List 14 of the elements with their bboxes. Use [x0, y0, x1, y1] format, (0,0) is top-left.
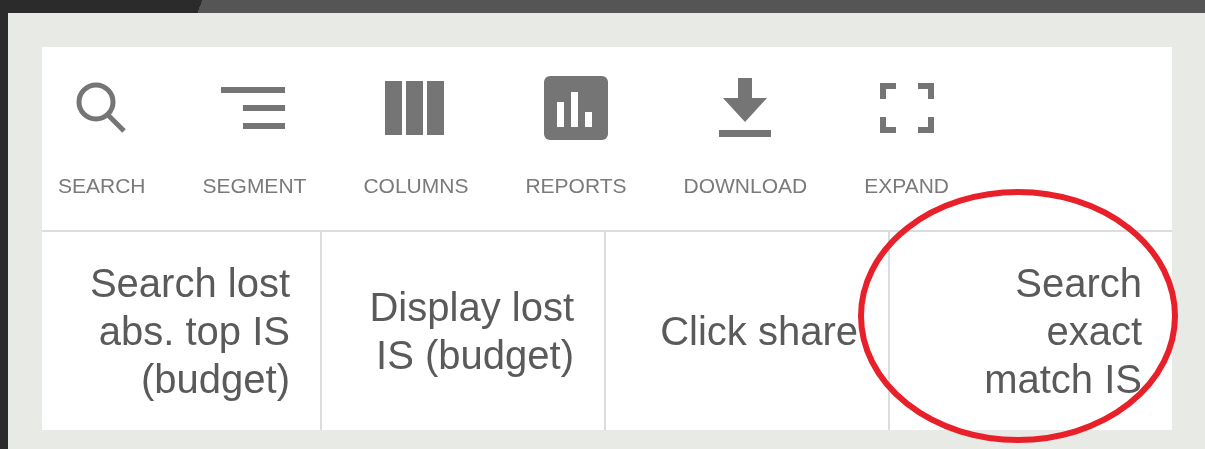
- column-header[interactable]: Search lost abs. top IS (budget): [42, 232, 322, 430]
- toolbar-button[interactable]: SEGMENT: [202, 75, 307, 199]
- column-header[interactable]: Display lost IS (budget): [322, 232, 606, 430]
- bar-chart-icon: [543, 76, 608, 140]
- toolbar-button[interactable]: EXPAND: [864, 75, 950, 199]
- columns-icon: [384, 81, 447, 135]
- column-header[interactable]: Search exact match IS: [890, 232, 1172, 430]
- download-icon: [719, 78, 772, 138]
- expand-icon: [879, 83, 934, 133]
- toolbar-button[interactable]: SEARCH: [58, 75, 146, 199]
- toolbar-button[interactable]: COLUMNS: [363, 75, 469, 199]
- toolbar-button[interactable]: DOWNLOAD: [683, 75, 808, 199]
- column-header[interactable]: Click share: [606, 232, 890, 430]
- toolbar-button[interactable]: REPORTS: [525, 75, 627, 199]
